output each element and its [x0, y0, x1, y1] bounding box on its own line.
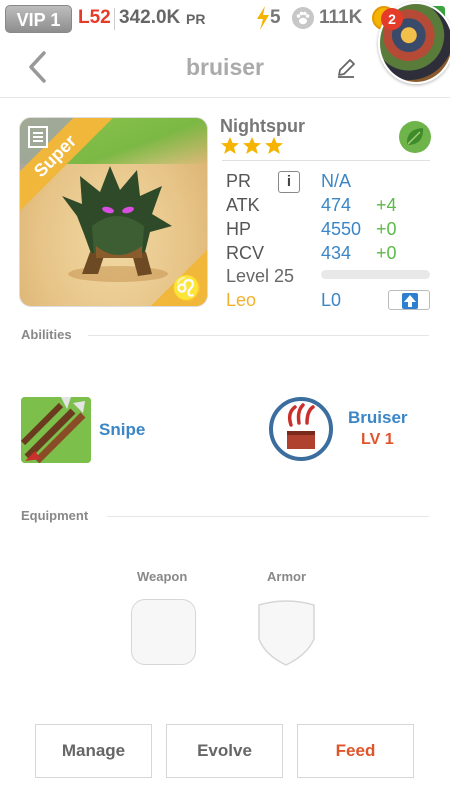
star-rating	[221, 137, 283, 154]
ability-name-snipe[interactable]: Snipe	[99, 420, 145, 440]
equipment-section-title: Equipment	[21, 508, 89, 523]
armor-slot[interactable]	[255, 599, 318, 667]
vip-badge[interactable]: VIP 1	[5, 5, 72, 33]
creature-card[interactable]: Super ♌	[19, 117, 208, 307]
divider	[107, 516, 429, 517]
claw-icon	[287, 403, 315, 449]
abilities-section-title: Abilities	[21, 327, 72, 342]
edit-icon[interactable]	[334, 56, 358, 80]
arrow-up-icon	[402, 293, 418, 309]
player-level: L52	[78, 7, 111, 28]
paw-icon	[292, 7, 314, 29]
stat-value-hp: 4550	[321, 219, 362, 239]
zodiac-sign: Leo	[226, 290, 257, 310]
player-pr-unit: PR	[186, 11, 206, 27]
stat-value-rcv: 434	[321, 243, 352, 263]
feed-button[interactable]: Feed	[297, 724, 414, 778]
bruiser-ability-icon[interactable]	[269, 397, 333, 461]
divider	[222, 160, 430, 161]
zodiac-leo-icon: ♌	[172, 275, 202, 302]
manage-button[interactable]: Manage	[35, 724, 152, 778]
stat-label-atk: ATK	[226, 195, 260, 215]
star-icon	[243, 137, 261, 154]
xp-progress-bar	[321, 270, 430, 279]
upgrade-button[interactable]	[388, 290, 430, 310]
star-icon	[221, 137, 239, 154]
notification-badge[interactable]: 2	[381, 8, 403, 30]
energy-value: 5	[270, 7, 281, 28]
document-icon[interactable]	[28, 126, 48, 148]
stat-bonus-atk: +4	[376, 195, 397, 215]
stat-value-pr: N/A	[321, 171, 352, 191]
arrows-icon	[21, 397, 91, 463]
pr-info-button[interactable]: i	[278, 171, 300, 193]
armor-label: Armor	[267, 569, 307, 584]
paw-value: 111K	[319, 7, 363, 28]
leaf-icon	[399, 121, 431, 153]
stat-bonus-hp: +0	[376, 219, 397, 239]
creature-name: Nightspur	[220, 116, 305, 136]
stat-value-atk: 474	[321, 195, 352, 215]
stat-label-rcv: RCV	[226, 243, 265, 263]
creature-level: Level 25	[226, 266, 295, 286]
stat-bonus-rcv: +0	[376, 243, 397, 263]
ability-name-bruiser[interactable]: Bruiser	[348, 408, 408, 428]
player-pr-value: 342.0K	[119, 7, 181, 28]
ability-level-bruiser: LV 1	[361, 431, 394, 448]
lightning-icon	[257, 6, 269, 30]
zodiac-level: L0	[321, 290, 342, 310]
weapon-slot[interactable]	[131, 599, 196, 665]
stat-label-pr: PR	[226, 171, 252, 191]
divider	[88, 335, 429, 336]
weapon-label: Weapon	[137, 569, 188, 584]
evolve-button[interactable]: Evolve	[166, 724, 283, 778]
header: bruiser	[0, 2, 450, 98]
snipe-ability-icon[interactable]	[21, 397, 91, 463]
star-icon	[265, 137, 283, 154]
stat-label-hp: HP	[226, 219, 252, 239]
divider	[114, 8, 115, 30]
